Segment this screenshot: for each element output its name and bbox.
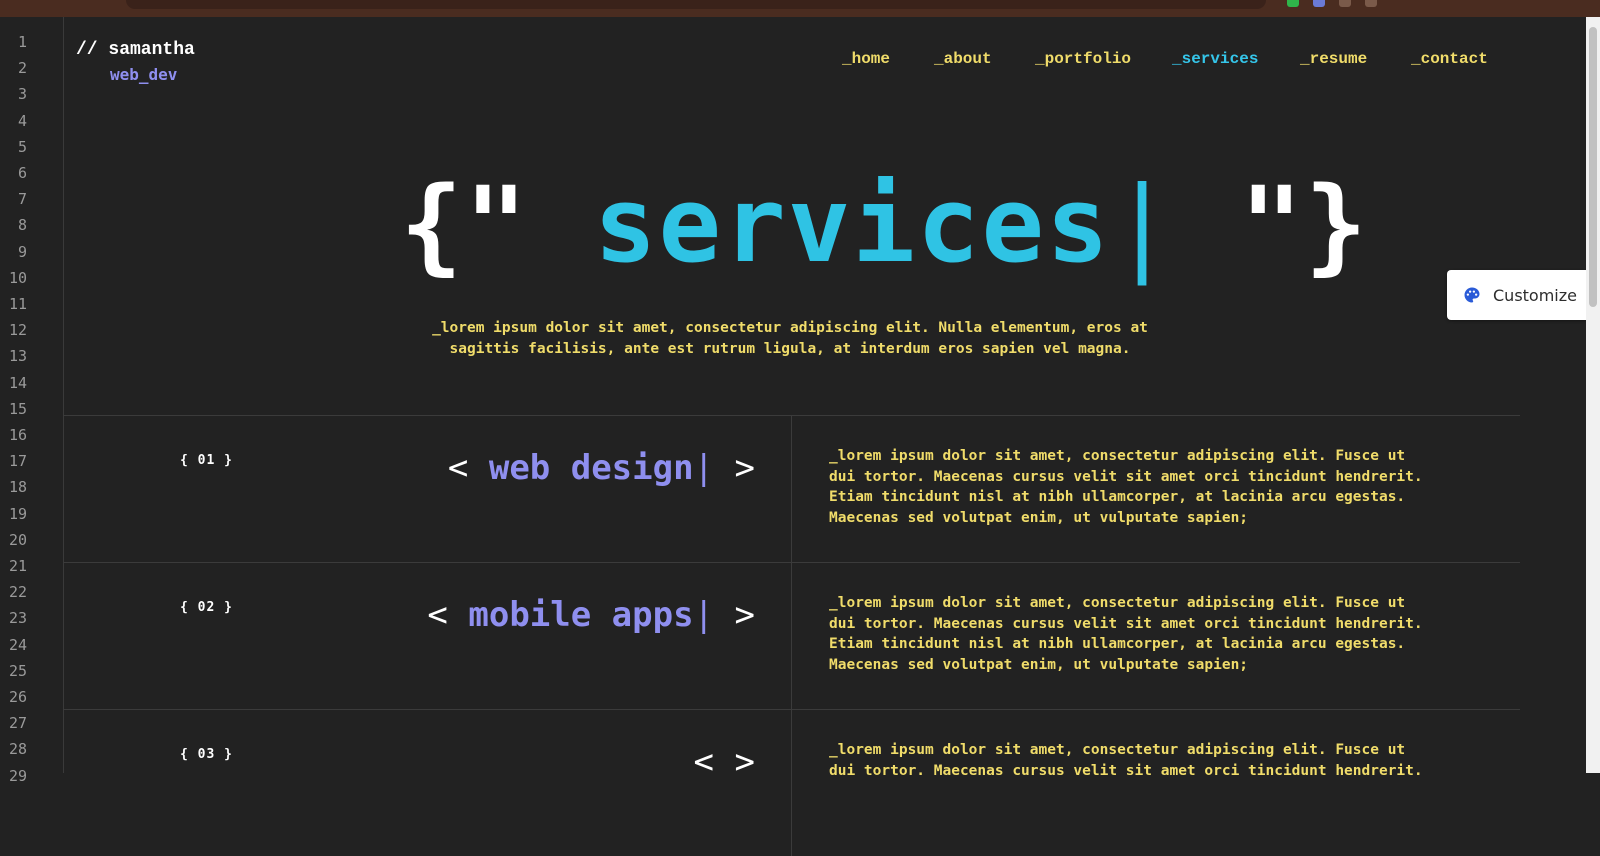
service-row: { 02 } < mobile apps| > _lorem ipsum dol…: [63, 562, 1520, 709]
palette-icon: [1464, 287, 1480, 303]
nav-resume[interactable]: _resume: [1300, 50, 1367, 68]
row-divider: [791, 710, 792, 856]
line-number: 5: [17, 137, 27, 156]
hero-cursor: |: [1110, 164, 1176, 286]
service-title: < mobile apps| >: [427, 593, 755, 637]
nav-services[interactable]: _services: [1172, 50, 1258, 68]
line-number: 22: [8, 583, 27, 602]
line-number: 13: [8, 347, 27, 366]
line-number: 24: [8, 635, 27, 654]
main-nav: _home _about _portfolio _services _resum…: [0, 50, 1600, 74]
service-title: < web design| >: [448, 446, 755, 490]
service-description: _lorem ipsum dolor sit amet, consectetur…: [829, 595, 1423, 673]
service-description: _lorem ipsum dolor sit amet, consectetur…: [829, 742, 1423, 779]
line-number-gutter: 1 2 3 4 5 6 7 8 9 10 11 12 13 14 15 16 17 18 19 20 21 22 23 24 2…: [0, 17, 64, 785]
blue-extension-icon[interactable]: [1313, 0, 1325, 7]
service-name: mobile apps: [468, 595, 694, 635]
hero-word: services: [593, 164, 1111, 286]
scrollbar-thumb[interactable]: [1589, 27, 1597, 307]
line-number: 9: [17, 242, 27, 261]
nav-home[interactable]: _home: [842, 50, 890, 68]
extension-icons: [1287, 0, 1377, 9]
line-number: 29: [8, 766, 27, 785]
customize-label: Customize: [1493, 285, 1577, 305]
customize-button[interactable]: Customize: [1447, 270, 1586, 320]
line-number: 26: [8, 688, 27, 706]
chevron-left-icon: <: [693, 742, 715, 782]
line-number: 21: [8, 557, 27, 575]
chevron-right-icon: >: [734, 448, 755, 488]
line-number: 14: [8, 373, 27, 392]
line-number: 19: [8, 504, 27, 523]
service-title: < >: [694, 740, 755, 784]
chevron-right-icon: >: [734, 595, 755, 635]
row-divider: [791, 563, 792, 709]
chevron-right-icon: >: [734, 742, 755, 782]
line-number: 17: [8, 452, 27, 471]
service-cursor: |: [693, 448, 715, 488]
line-number: 18: [8, 478, 27, 497]
line-number: 7: [17, 190, 27, 209]
service-number: { 02 }: [180, 600, 233, 615]
page-title: {" services| "}: [400, 168, 1367, 283]
chevron-left-icon: <: [447, 448, 469, 488]
puzzle-extension-icon[interactable]: [1365, 0, 1377, 7]
line-number: 12: [8, 321, 27, 340]
hero-close-brace: "}: [1240, 164, 1370, 286]
line-number: 20: [8, 530, 27, 549]
line-number: 23: [8, 609, 27, 628]
line-number: 6: [17, 164, 27, 182]
service-number: { 01 }: [180, 453, 233, 468]
nav-portfolio[interactable]: _portfolio: [1035, 50, 1131, 68]
dark-extension-icon[interactable]: [1339, 0, 1351, 7]
line-number: 15: [8, 399, 27, 418]
page-scrollbar[interactable]: [1586, 17, 1600, 773]
service-number: { 03 }: [180, 747, 233, 762]
green-extension-icon[interactable]: [1287, 0, 1299, 7]
line-number: 16: [8, 426, 27, 444]
line-number: 28: [8, 740, 27, 759]
service-cursor: |: [693, 595, 715, 635]
service-row: { 01 } < web design| > _lorem ipsum dolo…: [63, 415, 1520, 562]
intro-text: _lorem ipsum dolor sit amet, consectetur…: [432, 320, 1148, 357]
line-number: 25: [8, 661, 27, 680]
chevron-left-icon: <: [427, 595, 448, 635]
hero-open-brace: {": [400, 164, 530, 286]
service-name: web design: [488, 448, 694, 488]
nav-about[interactable]: _about: [934, 50, 992, 68]
address-bar[interactable]: [126, 0, 1266, 9]
nav-contact[interactable]: _contact: [1411, 50, 1488, 68]
service-description: _lorem ipsum dolor sit amet, consectetur…: [829, 448, 1423, 526]
row-divider: [791, 416, 792, 562]
line-number: 3: [17, 85, 27, 104]
line-number: 27: [8, 714, 27, 733]
line-number: 1: [17, 33, 27, 51]
browser-toolbar: [0, 0, 1600, 17]
service-row: { 03 } < > _lorem ipsum dolor sit amet, …: [63, 709, 1520, 856]
line-number: 11: [8, 295, 27, 313]
line-number: 8: [17, 216, 27, 235]
line-number: 4: [17, 111, 27, 130]
line-number: 10: [8, 268, 27, 287]
